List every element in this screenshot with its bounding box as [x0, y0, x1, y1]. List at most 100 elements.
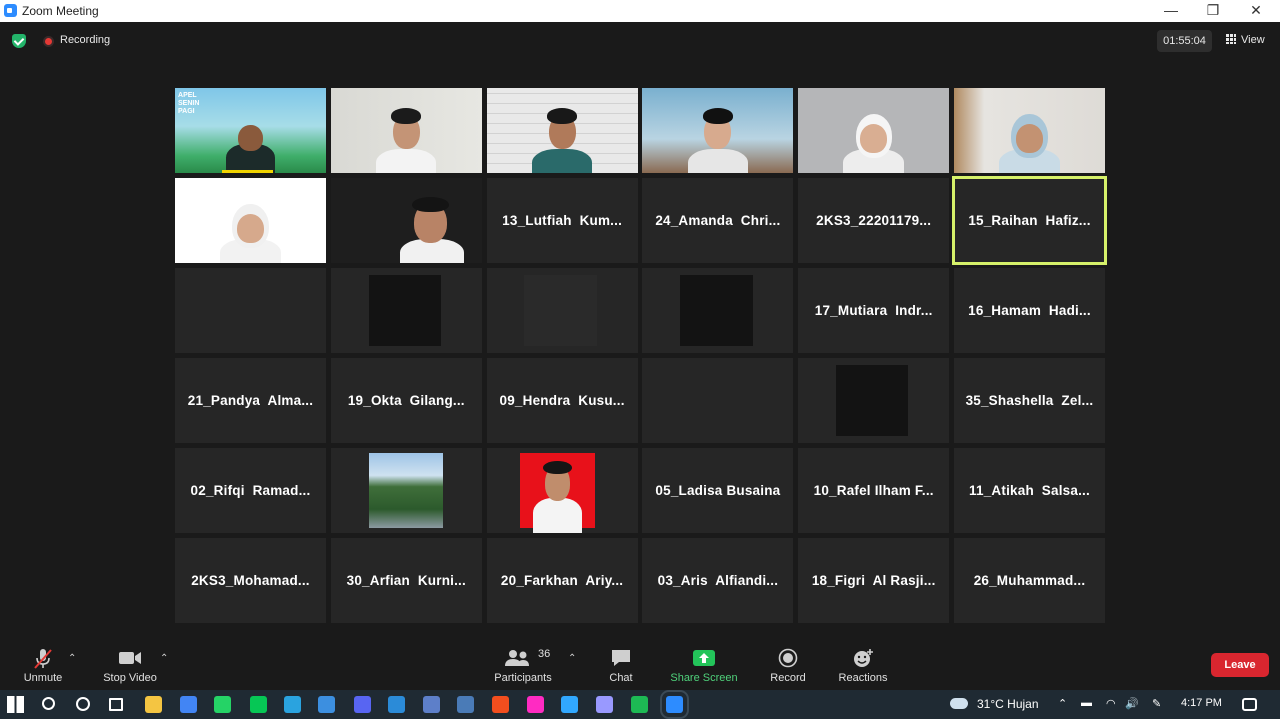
participant-video-tile[interactable] — [486, 88, 638, 173]
unmute-button[interactable]: Unmute — [18, 636, 68, 690]
figma-icon[interactable] — [492, 696, 509, 713]
participant-name: 15_Raihan Hafiz... — [968, 213, 1091, 228]
participant-tile[interactable]: 2KS3_Mohamad... — [175, 538, 326, 623]
minimize-button[interactable]: — — [1151, 0, 1191, 22]
r-icon[interactable] — [423, 696, 440, 713]
participant-tile[interactable]: 16_Hamam Hadi... — [953, 268, 1105, 353]
encryption-shield-icon[interactable] — [12, 34, 26, 48]
participant-name: 11_Atikah Salsa... — [969, 483, 1090, 498]
restore-button[interactable]: ❐ — [1193, 0, 1233, 22]
participants-icon: 36 — [491, 648, 555, 668]
video-options-caret-icon[interactable]: ⌃ — [160, 653, 168, 664]
audio-options-caret-icon[interactable]: ⌃ — [68, 653, 76, 664]
grid-view-icon — [1226, 34, 1236, 44]
stop-video-button[interactable]: Stop Video — [97, 636, 163, 690]
participant-name: 30_Arfian Kurni... — [346, 573, 466, 588]
premiere-icon[interactable] — [596, 696, 613, 713]
participant-tile[interactable]: 24_Amanda Chri... — [642, 178, 794, 263]
profile-photo-trees — [368, 453, 443, 528]
participant-tile[interactable]: 26_Muhammad... — [953, 538, 1105, 623]
participant-video-tile[interactable] — [798, 88, 950, 173]
view-button[interactable]: View — [1226, 34, 1265, 46]
participant-tile[interactable]: 10_Rafel Ilham F... — [798, 448, 950, 533]
participant-name: 26_Muhammad... — [973, 573, 1086, 588]
participant-video-tile[interactable] — [330, 268, 482, 353]
meeting-topbar: Recording 01:55:04 View — [0, 22, 1280, 60]
leave-button[interactable]: Leave — [1211, 653, 1269, 677]
volume-icon[interactable]: 🔊 — [1125, 697, 1139, 710]
participant-video-tile[interactable] — [486, 448, 638, 533]
participant-tile[interactable]: 05_Ladisa Busaina — [642, 448, 794, 533]
participant-video-tile[interactable] — [330, 178, 482, 263]
recording-icon[interactable] — [43, 36, 54, 47]
participant-video-tile[interactable] — [330, 448, 482, 533]
reactions-button[interactable]: Reactions — [836, 636, 890, 690]
participant-video-tile[interactable]: APEL SENIN PAGI — [175, 88, 326, 173]
participant-video-tile[interactable] — [953, 88, 1105, 173]
participant-video-tile[interactable] — [175, 178, 326, 263]
task-view-icon[interactable] — [109, 698, 123, 711]
participant-tile[interactable]: 19_Okta Gilang... — [330, 358, 482, 443]
participant-video-tile[interactable] — [642, 268, 794, 353]
windows-taskbar: 31°C Hujan ⌃ ▬ ◠ 🔊 ✎ 4:17 PM — [0, 690, 1280, 719]
notification-center-icon[interactable] — [1242, 698, 1257, 711]
windows-start-icon[interactable] — [7, 696, 24, 713]
discord-icon[interactable] — [354, 696, 371, 713]
chat-button[interactable]: Chat — [601, 636, 641, 690]
pen-icon[interactable]: ✎ — [1152, 697, 1161, 710]
participant-tile[interactable]: 15_Raihan Hafiz... — [951, 176, 1107, 265]
participant-video-tile[interactable] — [642, 88, 794, 173]
participant-video-tile[interactable] — [175, 268, 326, 353]
taskbar-clock[interactable]: 4:17 PM — [1181, 697, 1222, 709]
participant-video-tile[interactable] — [486, 268, 638, 353]
participant-name: 16_Hamam Hadi... — [968, 303, 1091, 318]
share-screen-button[interactable]: Share Screen — [669, 636, 739, 690]
zoom-icon[interactable] — [660, 690, 689, 719]
participant-tile[interactable]: 30_Arfian Kurni... — [330, 538, 482, 623]
participant-tile[interactable]: 13_Lutfiah Kum... — [486, 178, 638, 263]
show-hidden-icons-icon[interactable]: ⌃ — [1058, 697, 1067, 710]
participant-video-tile[interactable] — [642, 358, 794, 443]
participant-tile[interactable]: 11_Atikah Salsa... — [953, 448, 1105, 533]
video-off-block — [368, 274, 442, 347]
mail-icon[interactable] — [318, 696, 335, 713]
record-icon — [766, 648, 810, 668]
search-icon[interactable] — [42, 697, 55, 710]
record-button[interactable]: Record — [766, 636, 810, 690]
vscode-icon[interactable] — [388, 696, 405, 713]
profile-photo-red — [519, 453, 596, 533]
app-s-icon[interactable] — [457, 696, 474, 713]
participant-tile[interactable]: 20_Farkhan Ariy... — [486, 538, 638, 623]
weather-widget[interactable]: 31°C Hujan — [950, 697, 1039, 711]
wifi-icon[interactable]: ◠ — [1106, 697, 1116, 710]
participant-name: 03_Aris Alfiandi... — [657, 573, 779, 588]
line-icon[interactable] — [250, 696, 267, 713]
adobe-xd-icon[interactable] — [527, 696, 544, 713]
participant-name: 2KS3_Mohamad... — [191, 573, 310, 588]
participant-video-tile[interactable] — [798, 358, 950, 443]
participants-button[interactable]: 36 Participants — [491, 636, 555, 690]
cortana-icon[interactable] — [76, 697, 90, 711]
whatsapp-icon[interactable] — [214, 696, 231, 713]
participant-tile[interactable]: 17_Mutiara Indr... — [798, 268, 950, 353]
participant-tile[interactable]: 09_Hendra Kusu... — [486, 358, 638, 443]
participant-tile[interactable]: 18_Figri Al Rasji... — [798, 538, 950, 623]
file-explorer-icon[interactable] — [145, 696, 162, 713]
participant-tile[interactable]: 2KS3_22201179... — [798, 178, 950, 263]
unmute-label: Unmute — [23, 672, 63, 684]
view-label: View — [1241, 34, 1265, 46]
battery-icon[interactable]: ▬ — [1081, 697, 1092, 709]
participant-tile[interactable]: 02_Rifqi Ramad... — [175, 448, 326, 533]
participant-video-tile[interactable] — [330, 88, 482, 173]
spotify-icon[interactable] — [631, 696, 648, 713]
telegram-icon[interactable] — [284, 696, 301, 713]
participant-tile[interactable]: 35_Shashella Zel... — [953, 358, 1105, 443]
photoshop-icon[interactable] — [561, 696, 578, 713]
stop-video-label: Stop Video — [103, 672, 157, 684]
close-button[interactable]: ✕ — [1236, 0, 1276, 22]
share-screen-label: Share Screen — [670, 672, 738, 684]
chrome-icon[interactable] — [180, 696, 197, 713]
participant-tile[interactable]: 03_Aris Alfiandi... — [642, 538, 794, 623]
participants-options-caret-icon[interactable]: ⌃ — [568, 653, 576, 664]
participant-tile[interactable]: 21_Pandya Alma... — [175, 358, 326, 443]
